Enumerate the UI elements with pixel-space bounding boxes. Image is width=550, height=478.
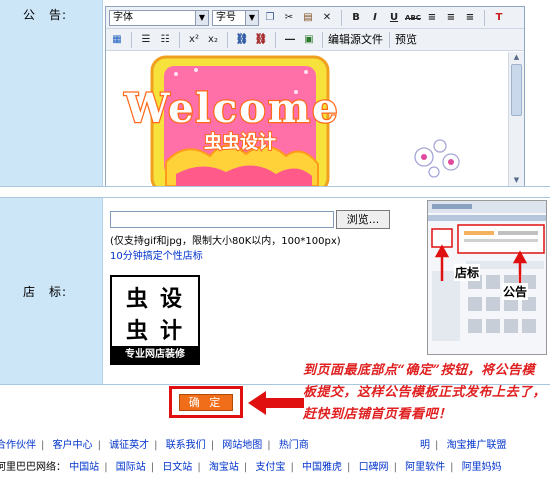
toolbar-separator (322, 32, 323, 48)
logo-banner: 专业网店装修 (112, 346, 198, 363)
footer-link[interactable]: 中国站 (69, 462, 99, 473)
announcement-editor[interactable]: 字体 ▼ 字号 ▼ ❐ ✂ ▤ ✕ B I U ABC ≡ ≡ ≡ T ▦ ☰ … (105, 6, 525, 186)
font-size-value: 字号 (216, 12, 236, 23)
logo-char: 虫 (126, 286, 149, 312)
footer-link[interactable]: 阿里妈妈 (462, 462, 502, 473)
toolbar-separator (484, 10, 485, 26)
horizontal-rule-icon[interactable]: ― (282, 32, 298, 48)
logo-help-link[interactable]: 10分钟搞定个性店标 (110, 247, 203, 262)
label-column-announcement (0, 0, 103, 186)
toolbar-separator (389, 32, 390, 48)
footer-link[interactable]: 热门商 (279, 440, 309, 451)
footer-link[interactable]: 明 (420, 440, 430, 451)
cut-icon[interactable]: ✂ (281, 10, 297, 26)
chevron-down-icon: ▼ (245, 11, 258, 25)
font-family-value: 字体 (113, 12, 133, 23)
toolbar-separator (341, 10, 342, 26)
confirm-highlight: 确 定 (169, 386, 243, 418)
browse-button[interactable]: 浏览... (336, 210, 390, 229)
font-size-select[interactable]: 字号 ▼ (212, 10, 259, 26)
align-right-icon[interactable]: ≡ (462, 10, 478, 26)
footer-network-label: 阿里巴巴网络： (0, 462, 66, 473)
shop-logo-preview: 虫 设 虫 计 专业网店装修 (110, 275, 200, 365)
row-divider (0, 186, 550, 187)
logo-char: 设 (160, 286, 183, 312)
strikethrough-button[interactable]: ABC (405, 10, 421, 26)
confirm-button[interactable]: 确 定 (179, 394, 233, 411)
logo-label: 店 标: (23, 285, 68, 299)
chevron-down-icon: ▼ (195, 11, 208, 25)
logo-char: 计 (160, 318, 183, 344)
insert-image-icon[interactable]: ▣ (301, 32, 317, 48)
preview-logo-callout: 店标 (454, 264, 481, 281)
toolbar-separator (275, 32, 276, 48)
welcome-banner-image: Welcome 虫虫设计 (122, 55, 460, 186)
paste-icon[interactable]: ▤ (300, 10, 316, 26)
editor-content-area[interactable]: Welcome 虫虫设计 (106, 52, 509, 186)
italic-button[interactable]: I (367, 10, 383, 26)
remove-link-icon[interactable]: ⛓ (253, 32, 269, 48)
align-center-icon[interactable]: ≡ (443, 10, 459, 26)
insert-link-icon[interactable]: ⛓ (234, 32, 250, 48)
instruction-annotation: 到页面最底部点“确定”按钮，将公告模板提交，这样公告模板正式发布上去了，赶快到店… (303, 363, 547, 422)
background-color-icon[interactable]: ▦ (109, 32, 125, 48)
footer-link[interactable]: 合作伙伴 (0, 440, 36, 451)
toolbar-separator (179, 32, 180, 48)
footer-link[interactable]: 国际站 (116, 462, 146, 473)
footer-link[interactable]: 淘宝推广联盟 (447, 440, 507, 451)
ordered-list-icon[interactable]: ☰ (138, 32, 154, 48)
welcome-title: Welcome (123, 85, 339, 132)
edit-source-link[interactable]: 编辑源文件 (328, 32, 383, 48)
align-left-icon[interactable]: ≡ (424, 10, 440, 26)
text-color-icon[interactable]: T (491, 10, 507, 26)
welcome-subtitle: 虫虫设计 (204, 131, 276, 153)
footer-link[interactable]: 淘宝站 (209, 462, 239, 473)
footer-link[interactable]: 联系我们 (166, 440, 206, 451)
scroll-thumb[interactable] (511, 64, 522, 116)
unordered-list-icon[interactable]: ☷ (157, 32, 173, 48)
footer-links-row-1: 合作伙伴 | 客户中心 | 诚征英才 | 联系我们 | 网站地图 | 热门商 明 | 淘宝推… (0, 436, 546, 451)
announcement-label: 公 告: (23, 8, 68, 22)
footer-link[interactable]: 客户中心 (53, 440, 93, 451)
arrow-left-icon (248, 391, 304, 415)
footer-link[interactable]: 口碑网 (359, 462, 389, 473)
toolbar-separator (227, 32, 228, 48)
preview-announcement-callout: 公告 (502, 283, 529, 300)
delete-icon[interactable]: ✕ (319, 10, 335, 26)
scroll-down-icon[interactable]: ▼ (509, 175, 524, 186)
storefront-thumbnail (428, 201, 546, 341)
underline-button[interactable]: U (386, 10, 402, 26)
footer-link[interactable]: 阿里软件 (405, 462, 445, 473)
storefront-preview: 店标 公告 (427, 200, 547, 355)
row-divider (0, 197, 550, 198)
subscript-button[interactable]: x₂ (205, 32, 221, 48)
logo-char: 虫 (126, 318, 149, 344)
bold-button[interactable]: B (348, 10, 364, 26)
font-family-select[interactable]: 字体 ▼ (109, 10, 209, 26)
editor-toolbar-row-1: 字体 ▼ 字号 ▼ ❐ ✂ ▤ ✕ B I U ABC ≡ ≡ ≡ T (106, 7, 524, 29)
preview-link[interactable]: 预览 (395, 32, 417, 48)
footer-links-row-2: 阿里巴巴网络： 中国站 | 国际站 | 日文站 | 淘宝站 | 支付宝 | 中国雅虎 | 口… (0, 458, 546, 473)
copy-icon[interactable]: ❐ (262, 10, 278, 26)
upload-hint: (仅支持gif和jpg，限制大小80K以内，100*100px) (110, 236, 341, 247)
footer-link[interactable]: 日文站 (162, 462, 192, 473)
editor-scrollbar[interactable]: ▲ ▼ (508, 52, 524, 186)
footer-link[interactable]: 网站地图 (222, 440, 262, 451)
editor-toolbar-row-2: ▦ ☰ ☷ x² x₂ ⛓ ⛓ ― ▣ 编辑源文件 预览 (106, 29, 524, 51)
footer-link[interactable]: 诚征英才 (109, 440, 149, 451)
scroll-up-icon[interactable]: ▲ (509, 52, 524, 63)
superscript-button[interactable]: x² (186, 32, 202, 48)
logo-file-input[interactable] (110, 211, 334, 228)
footer-link[interactable]: 支付宝 (255, 462, 285, 473)
footer-link[interactable]: 中国雅虎 (302, 462, 342, 473)
toolbar-separator (131, 32, 132, 48)
